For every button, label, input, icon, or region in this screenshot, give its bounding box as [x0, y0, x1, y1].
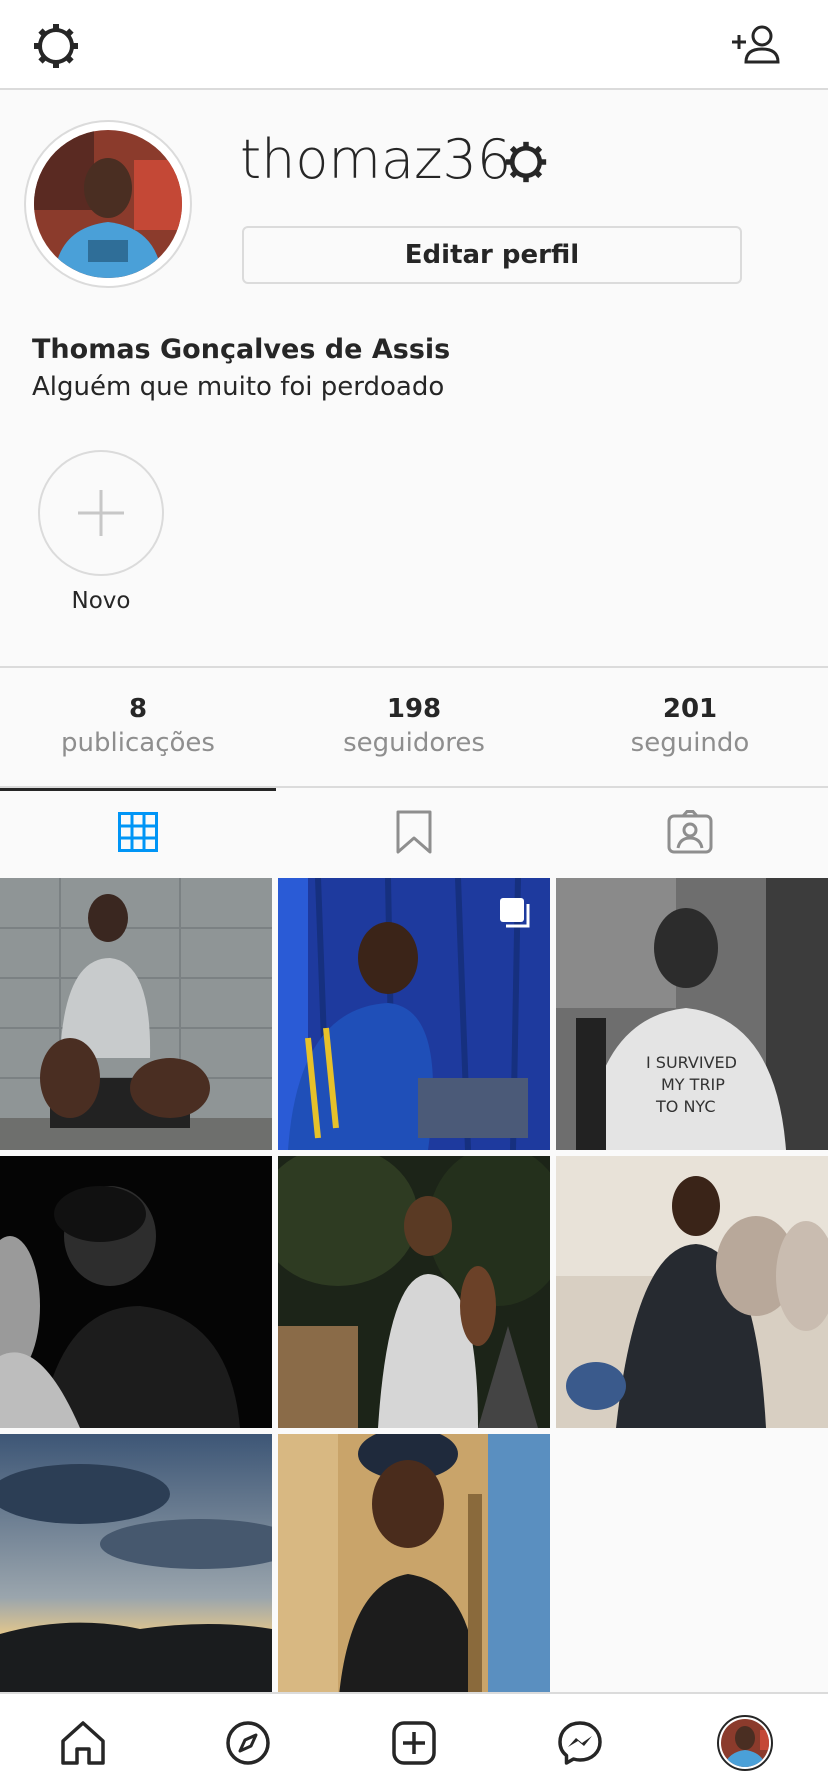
stat-followers[interactable]: 198 seguidores: [276, 668, 552, 786]
messenger-icon: [557, 1721, 602, 1765]
profile-tabs: [0, 788, 828, 876]
new-highlight-button[interactable]: [38, 450, 164, 576]
profile-username: thomaz36: [240, 128, 512, 191]
bio-text: Alguém que muito foi perdoado: [32, 372, 445, 402]
tab-saved[interactable]: [276, 788, 552, 876]
grid-icon: [118, 812, 158, 852]
post-thumbnail[interactable]: [556, 1156, 828, 1428]
home-button[interactable]: [53, 1713, 113, 1773]
svg-text:I SURVIVED: I SURVIVED: [646, 1053, 737, 1072]
edit-profile-button[interactable]: Editar perfil: [242, 226, 742, 284]
post-thumbnail[interactable]: [0, 878, 272, 1150]
options-icon[interactable]: [504, 140, 548, 184]
stat-label: seguidores: [343, 728, 485, 758]
post-thumbnail[interactable]: [278, 878, 550, 1150]
profile-avatar-icon: [717, 1715, 774, 1771]
bottom-nav: [0, 1692, 828, 1792]
new-post-icon: [392, 1721, 436, 1765]
settings-icon[interactable]: [32, 22, 80, 70]
stat-following[interactable]: 201 seguindo: [552, 668, 828, 786]
stat-label: seguindo: [630, 728, 750, 758]
messenger-button[interactable]: [550, 1713, 610, 1773]
post-thumbnail[interactable]: [278, 1156, 550, 1428]
highlight-label: Novo: [71, 588, 131, 614]
post-thumbnail[interactable]: [278, 1434, 550, 1706]
tab-tagged[interactable]: [552, 788, 828, 876]
explore-button[interactable]: [218, 1713, 278, 1773]
top-bar: [0, 0, 828, 90]
stat-value: 201: [662, 694, 718, 724]
tab-grid[interactable]: [0, 788, 276, 876]
profile-stats: 8 publicações 198 seguidores 201 seguind…: [0, 666, 828, 788]
carousel-icon: [500, 898, 530, 928]
stat-posts[interactable]: 8 publicações: [0, 668, 276, 786]
add-user-icon[interactable]: [730, 22, 782, 70]
full-name: Thomas Gonçalves de Assis: [32, 334, 451, 365]
home-icon: [61, 1721, 105, 1765]
post-thumbnail[interactable]: I SURVIVED MY TRIP TO NYC: [556, 878, 828, 1150]
bookmark-icon: [396, 810, 432, 854]
avatar-photo: [34, 130, 182, 278]
tagged-icon: [667, 810, 713, 854]
stat-label: publicações: [61, 728, 215, 758]
stat-value: 198: [386, 694, 442, 724]
post-thumbnail[interactable]: [0, 1434, 272, 1706]
svg-text:TO NYC: TO NYC: [655, 1097, 716, 1116]
profile-nav-button[interactable]: [715, 1713, 775, 1773]
explore-icon: [226, 1721, 271, 1765]
post-thumbnail[interactable]: [0, 1156, 272, 1428]
svg-text:MY TRIP: MY TRIP: [661, 1075, 725, 1094]
plus-icon: [78, 490, 124, 536]
profile-avatar[interactable]: [24, 120, 192, 288]
new-post-button[interactable]: [384, 1713, 444, 1773]
stat-value: 8: [128, 694, 148, 724]
